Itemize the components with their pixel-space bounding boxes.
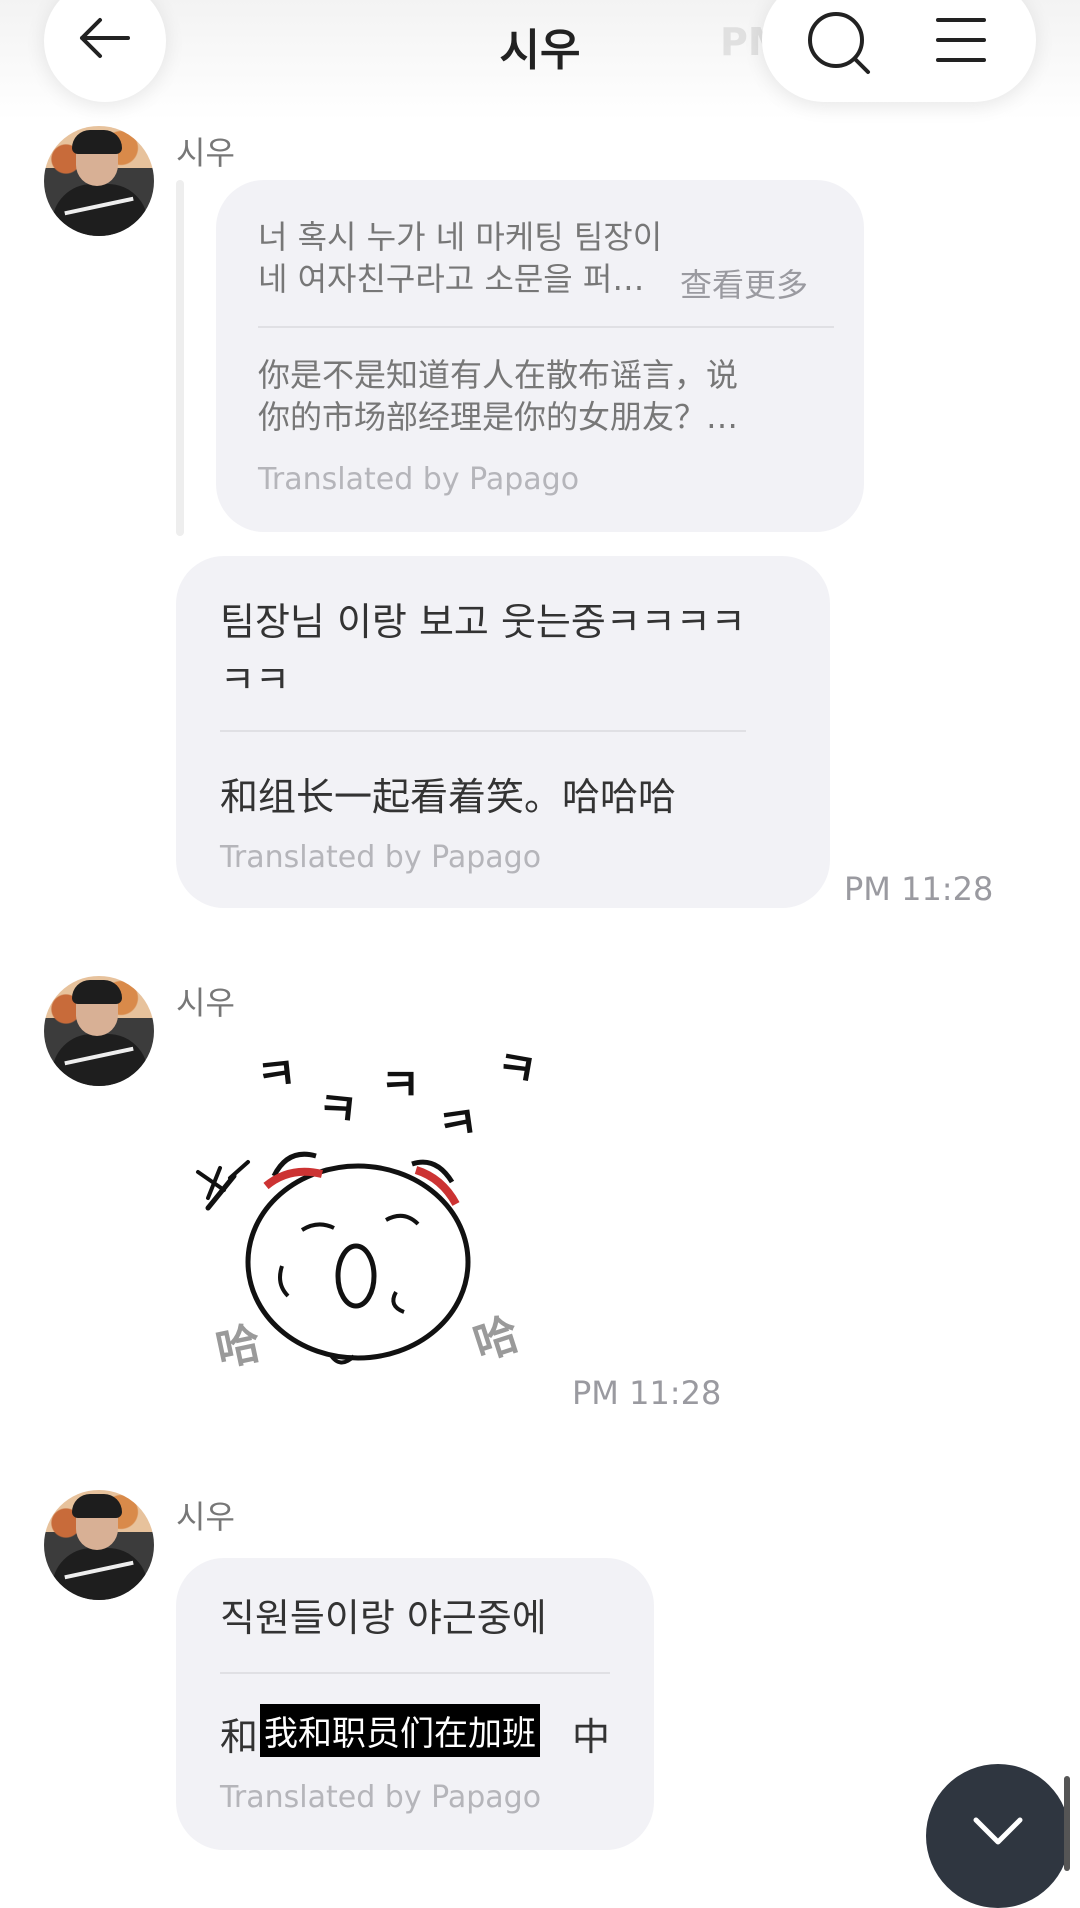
translated-by-label: Translated by Papago (220, 1780, 542, 1815)
sticker-image: ㅋ ㅋ ㅋ ㅋ ㅋ 哈 哈 (196, 1041, 541, 1377)
message-timestamp: PM 11:28 (844, 870, 994, 908)
sender-name: 시우 (176, 1498, 235, 1536)
avatar[interactable] (44, 126, 154, 236)
sender-name: 시우 (176, 134, 235, 172)
message-original: 직원들이랑 야근중에 (220, 1596, 547, 1640)
message-bubble[interactable]: 팀장님 이랑 보고 웃는중ㅋㅋㅋㅋ ㅋㅋ 和组长一起看着笑。哈哈哈 Transl… (176, 556, 830, 908)
search-icon (808, 12, 870, 74)
sticker-laugh-char: ㅋ (315, 1082, 361, 1137)
sticker-side-text-right: 哈 (468, 1308, 526, 1370)
message-timestamp: PM 11:28 (572, 1374, 722, 1412)
caption-overlay: 我和职员们在加班 (260, 1704, 540, 1757)
quote-translation-line-1: 你是不是知道有人在散布谣言，说 (258, 356, 739, 394)
see-more-link[interactable]: 查看更多 (680, 260, 808, 306)
message-translation-suffix: 中 (572, 1715, 611, 1759)
sticker-laugh-char: ㅋ (254, 1048, 300, 1103)
avatar[interactable] (44, 1490, 154, 1600)
sticker-side-text-left: 哈 (212, 1318, 266, 1377)
quote-translation-line-2: 你的市场部经理是你的女朋友？… (258, 398, 739, 436)
chevron-down-icon (973, 1817, 1023, 1845)
sender-name: 시우 (176, 984, 235, 1022)
translated-by-label: Translated by Papago (220, 840, 542, 875)
scroll-to-bottom-button[interactable] (926, 1764, 1070, 1908)
quote-original-line-1: 너 혹시 누가 네 마케팅 팀장이 (258, 218, 663, 256)
sticker-laugh-char: ㅋ (492, 1041, 541, 1098)
divider (220, 1672, 610, 1674)
sticker-laugh-char: ㅋ (380, 1060, 420, 1111)
scrollbar[interactable] (1064, 1776, 1070, 1871)
divider (258, 326, 834, 328)
menu-button[interactable] (916, 0, 1006, 88)
message-original-line-2: ㅋㅋ (220, 658, 290, 702)
divider (220, 730, 746, 732)
quote-indicator (176, 180, 184, 536)
message-translation-prefix: 和 (220, 1715, 259, 1759)
avatar[interactable] (44, 976, 154, 1086)
chat-header: PM 11:12 시우 (0, 0, 1080, 120)
sticker-laugh-char: ㅋ (434, 1097, 481, 1153)
message-original-line-1: 팀장님 이랑 보고 웃는중ㅋㅋㅋㅋ (220, 600, 746, 644)
message-translation: 和组长一起看着笑。哈哈哈 (220, 775, 677, 819)
quote-original-line-2: 네 여자친구라고 소문을 퍼… (258, 260, 645, 298)
translated-by-label: Translated by Papago (258, 462, 580, 497)
quoted-message-bubble[interactable]: 너 혹시 누가 네 마케팅 팀장이 네 여자친구라고 소문을 퍼… 查看更多 你… (216, 180, 864, 532)
message-bubble[interactable]: 직원들이랑 야근중에 和 我和职员们在加班 中 Translated by Pa… (176, 1558, 654, 1850)
menu-icon (936, 18, 986, 62)
laughing-sticker[interactable]: ㅋ ㅋ ㅋ ㅋ ㅋ 哈 哈 (190, 1040, 550, 1400)
search-button[interactable] (792, 0, 882, 88)
header-actions (762, 0, 1036, 102)
